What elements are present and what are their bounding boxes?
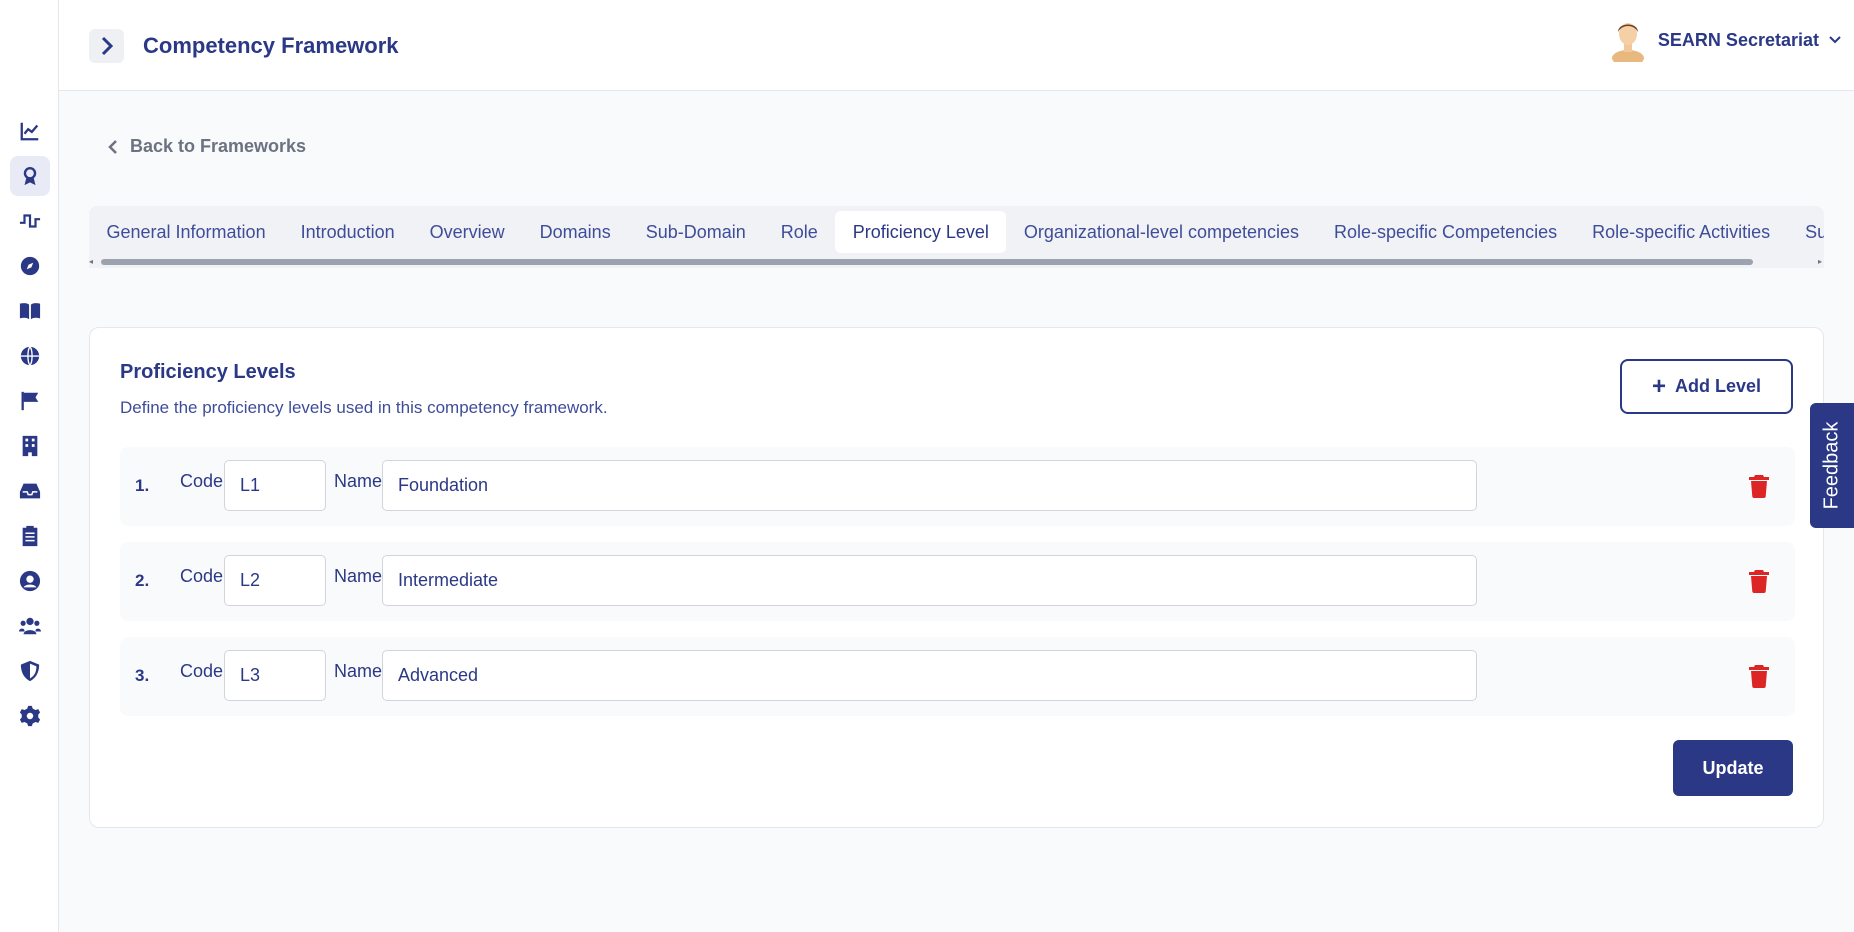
scroll-right-arrow-icon[interactable]: ▸ xyxy=(1818,258,1822,266)
avatar xyxy=(1611,23,1644,62)
back-link-label: Back to Frameworks xyxy=(130,136,307,156)
tab-overview[interactable]: Overview xyxy=(412,211,522,253)
tab-role-specific-activities[interactable]: Role-specific Activities xyxy=(1575,211,1788,253)
name-label: Name xyxy=(334,471,383,491)
code-label: Code xyxy=(180,661,224,681)
level-name-input[interactable] xyxy=(382,460,1477,511)
sidebar-item-explore[interactable] xyxy=(10,246,50,286)
top-header: Competency Framework SEARN Secretariat xyxy=(59,0,1854,91)
chevron-left-icon xyxy=(108,139,117,154)
tab-introduction[interactable]: Introduction xyxy=(283,211,412,253)
tabs: General Information Introduction Overview D… xyxy=(89,211,1824,253)
user-menu[interactable]: SEARN Secretariat xyxy=(1610,18,1842,62)
tab-organizational-level-competencies[interactable]: Organizational-level competencies xyxy=(1006,211,1316,253)
add-level-label: Add Level xyxy=(1674,376,1762,396)
tab-bar: General Information Introduction Overview D… xyxy=(89,206,1824,268)
users-icon xyxy=(19,617,41,635)
name-label: Name xyxy=(334,566,383,586)
tab-role[interactable]: Role xyxy=(763,211,835,253)
tab-sub-domain[interactable]: Sub-Domain xyxy=(628,211,763,253)
back-to-frameworks-link[interactable]: Back to Frameworks xyxy=(108,136,306,157)
chevron-down-icon xyxy=(1829,36,1841,44)
level-name-input[interactable] xyxy=(382,555,1477,606)
level-code-input[interactable] xyxy=(224,650,326,701)
delete-level-button[interactable] xyxy=(1748,474,1770,498)
sidebar-item-global[interactable] xyxy=(10,336,50,376)
page-title: Competency Framework xyxy=(143,33,399,58)
flag-icon xyxy=(21,391,39,411)
feedback-tab[interactable]: Feedback xyxy=(1810,403,1854,528)
sidebar-item-profile[interactable] xyxy=(10,561,50,601)
trash-icon xyxy=(1748,475,1770,502)
scroll-left-arrow-icon[interactable]: ◂ xyxy=(89,258,93,266)
level-row: 1. Code Name xyxy=(120,447,1795,526)
card-title: Proficiency Levels xyxy=(120,361,296,383)
tab-domains[interactable]: Domains xyxy=(522,211,628,253)
level-number: 1. xyxy=(135,476,150,495)
tab-proficiency-level[interactable]: Proficiency Level xyxy=(835,211,1007,253)
compass-icon xyxy=(20,256,40,276)
sidebar-item-campaigns[interactable] xyxy=(10,381,50,421)
shield-icon xyxy=(20,660,40,682)
sidebar xyxy=(0,0,59,932)
sidebar-item-settings[interactable] xyxy=(10,696,50,736)
user-name: SEARN Secretariat xyxy=(1657,29,1819,50)
update-button[interactable]: Update xyxy=(1673,740,1793,796)
tab-scrollbar[interactable]: ◂ ▸ xyxy=(89,258,1824,266)
tab-suggested-resources[interactable]: Suggested Resources xyxy=(1788,211,1824,253)
trash-icon xyxy=(1748,665,1770,692)
wave-icon xyxy=(19,214,41,228)
delete-level-button[interactable] xyxy=(1748,664,1770,688)
sidebar-item-library[interactable] xyxy=(10,291,50,331)
trash-icon xyxy=(1748,570,1770,597)
proficiency-levels-card: Proficiency Levels Define the proficienc… xyxy=(89,327,1824,828)
tab-general-information[interactable]: General Information xyxy=(89,211,283,253)
book-icon xyxy=(19,303,41,320)
sidebar-item-users[interactable] xyxy=(10,606,50,646)
chevron-right-icon xyxy=(101,36,113,56)
sidebar-item-security[interactable] xyxy=(10,651,50,691)
clipboard-icon xyxy=(22,525,38,547)
add-level-button[interactable]: + Add Level xyxy=(1620,359,1793,414)
level-number: 3. xyxy=(135,666,150,685)
level-number: 2. xyxy=(135,571,150,590)
building-icon xyxy=(22,435,38,457)
chart-line-icon xyxy=(20,122,39,141)
level-code-input[interactable] xyxy=(224,460,326,511)
tab-role-specific-competencies[interactable]: Role-specific Competencies xyxy=(1317,211,1575,253)
user-circle-icon xyxy=(19,570,41,592)
level-row: 2. Code Name xyxy=(120,542,1795,621)
level-row: 3. Code Name xyxy=(120,637,1795,716)
sidebar-item-dashboard[interactable] xyxy=(10,111,50,151)
award-icon xyxy=(23,167,37,186)
inbox-icon xyxy=(19,483,41,499)
code-label: Code xyxy=(180,471,224,491)
level-code-input[interactable] xyxy=(224,555,326,606)
sidebar-item-tasks[interactable] xyxy=(10,516,50,556)
feedback-label: Feedback xyxy=(1820,421,1843,510)
sidebar-toggle-button[interactable] xyxy=(89,29,124,63)
sidebar-item-activity[interactable] xyxy=(10,201,50,241)
card-description: Define the proficiency levels used in th… xyxy=(120,398,608,417)
name-label: Name xyxy=(334,661,383,681)
plus-icon: + xyxy=(1651,372,1666,400)
gear-icon xyxy=(19,705,41,727)
level-name-input[interactable] xyxy=(382,650,1477,701)
sidebar-item-competency[interactable] xyxy=(10,156,50,196)
scrollbar-thumb[interactable] xyxy=(101,259,1753,265)
sidebar-item-inbox[interactable] xyxy=(10,471,50,511)
code-label: Code xyxy=(180,566,224,586)
globe-icon xyxy=(20,346,40,366)
delete-level-button[interactable] xyxy=(1748,569,1770,593)
sidebar-item-organizations[interactable] xyxy=(10,426,50,466)
